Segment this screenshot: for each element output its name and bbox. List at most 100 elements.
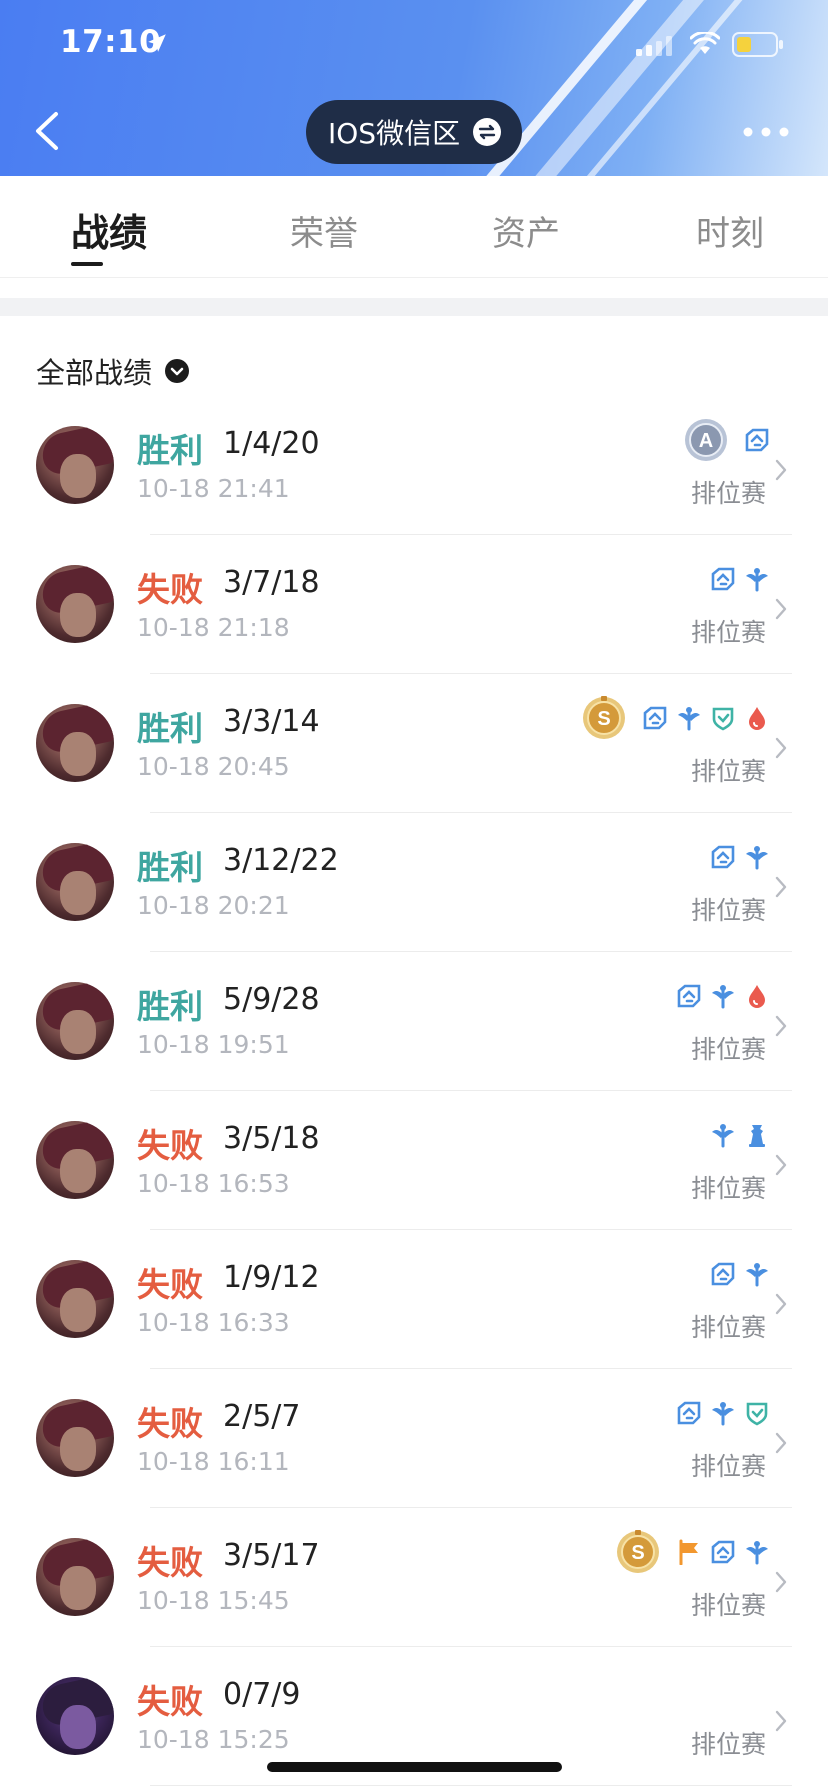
match-kda: 1/9/12 xyxy=(223,1260,320,1295)
tab-moments[interactable]: 时刻 xyxy=(696,206,764,255)
match-time: 10-18 15:25 xyxy=(137,1725,290,1754)
signal-icon xyxy=(636,36,672,56)
match-mode: 排位赛 xyxy=(690,1035,766,1064)
tab-honor[interactable]: 荣誉 xyxy=(290,206,358,255)
match-row[interactable]: 胜利 5/9/28 10-18 19:51 排位赛 xyxy=(0,952,828,1091)
hero-avatar xyxy=(36,565,114,643)
svg-text:S: S xyxy=(631,1542,644,1564)
medal-a-icon: A xyxy=(684,418,728,462)
section-divider xyxy=(0,298,828,316)
shield-icon xyxy=(710,705,736,731)
match-kda: 1/4/20 xyxy=(223,426,320,461)
region-switch-button[interactable]: IOS微信区 xyxy=(306,100,522,164)
match-result: 胜利 xyxy=(137,848,203,887)
battery-icon xyxy=(732,32,783,57)
row-divider xyxy=(150,1785,792,1786)
match-time: 10-18 21:18 xyxy=(137,613,290,642)
match-result: 失败 xyxy=(137,1126,203,1165)
drop-icon xyxy=(744,983,770,1009)
record-filter-dropdown[interactable]: 全部战绩 xyxy=(36,350,190,392)
swap-icon xyxy=(473,118,502,146)
filter-label: 全部战绩 xyxy=(36,356,153,390)
match-list: 胜利 1/4/20 10-18 21:41 A 排位赛 失败 3/7/18 10… xyxy=(0,396,828,1786)
tab-bar: 战绩 荣誉 资产 时刻 xyxy=(0,176,828,278)
match-kda: 3/7/18 xyxy=(223,565,320,600)
match-mode: 排位赛 xyxy=(690,618,766,647)
match-row[interactable]: 失败 3/7/18 10-18 21:18 排位赛 xyxy=(0,535,828,674)
match-time: 10-18 19:51 xyxy=(137,1030,290,1059)
chevron-right-icon xyxy=(774,458,788,482)
hero-avatar xyxy=(36,1677,114,1755)
chevron-right-icon xyxy=(774,1570,788,1594)
home-indicator xyxy=(267,1762,562,1772)
match-badges xyxy=(710,557,770,601)
tab-assets[interactable]: 资产 xyxy=(492,206,560,255)
mvp-icon xyxy=(642,705,668,731)
wings-icon xyxy=(710,983,736,1009)
hero-avatar xyxy=(36,843,114,921)
match-time: 10-18 16:33 xyxy=(137,1308,290,1337)
match-badges xyxy=(710,1113,770,1157)
match-badges: S xyxy=(582,696,770,740)
hero-avatar xyxy=(36,1121,114,1199)
mvp-icon xyxy=(676,983,702,1009)
tower-icon xyxy=(744,1122,770,1148)
wings-icon xyxy=(744,566,770,592)
match-badges xyxy=(710,1252,770,1296)
mvp-icon xyxy=(710,844,736,870)
wings-icon xyxy=(710,1400,736,1426)
match-badges: A xyxy=(684,418,770,462)
match-badges xyxy=(710,835,770,879)
match-kda: 3/5/18 xyxy=(223,1121,320,1156)
match-result: 失败 xyxy=(137,1404,203,1443)
svg-text:A: A xyxy=(699,430,713,452)
back-button[interactable] xyxy=(28,106,68,156)
match-row[interactable]: 失败 3/5/17 10-18 15:45 S 排位赛 xyxy=(0,1508,828,1647)
match-kda: 3/5/17 xyxy=(223,1538,320,1573)
wifi-icon xyxy=(690,32,720,54)
match-kda: 0/7/9 xyxy=(223,1677,301,1712)
region-label: IOS微信区 xyxy=(328,117,461,150)
mvp-icon xyxy=(710,566,736,592)
match-result: 胜利 xyxy=(137,987,203,1026)
match-row[interactable]: 失败 2/5/7 10-18 16:11 排位赛 xyxy=(0,1369,828,1508)
match-row[interactable]: 胜利 3/12/22 10-18 20:21 排位赛 xyxy=(0,813,828,952)
wings-icon xyxy=(676,705,702,731)
match-time: 10-18 20:45 xyxy=(137,752,290,781)
match-mode: 排位赛 xyxy=(690,1730,766,1759)
match-mode: 排位赛 xyxy=(690,896,766,925)
chevron-right-icon xyxy=(774,1431,788,1455)
match-result: 胜利 xyxy=(137,431,203,470)
chevron-right-icon xyxy=(774,1153,788,1177)
location-arrow-icon xyxy=(148,34,166,52)
match-time: 10-18 20:21 xyxy=(137,891,290,920)
wings-icon xyxy=(710,1122,736,1148)
match-row[interactable]: 胜利 1/4/20 10-18 21:41 A 排位赛 xyxy=(0,396,828,535)
wings-icon xyxy=(744,844,770,870)
more-options-button[interactable] xyxy=(742,120,790,144)
mvp-icon xyxy=(710,1539,736,1565)
match-row[interactable]: 失败 3/5/18 10-18 16:53 排位赛 xyxy=(0,1091,828,1230)
medal-s-icon: S xyxy=(616,1530,660,1574)
chevron-right-icon xyxy=(774,736,788,760)
wings-icon xyxy=(744,1261,770,1287)
match-mode: 排位赛 xyxy=(690,479,766,508)
status-bar: 17:10 xyxy=(0,0,828,92)
header-bar: 17:10 IOS微信区 xyxy=(0,0,828,176)
match-mode: 排位赛 xyxy=(690,1174,766,1203)
chevron-right-icon xyxy=(774,1014,788,1038)
shield-icon xyxy=(744,1400,770,1426)
match-kda: 2/5/7 xyxy=(223,1399,301,1434)
match-badges xyxy=(676,1391,770,1435)
mvp-icon xyxy=(744,427,770,453)
match-result: 失败 xyxy=(137,1265,203,1304)
match-row[interactable]: 失败 1/9/12 10-18 16:33 排位赛 xyxy=(0,1230,828,1369)
hero-avatar xyxy=(36,1260,114,1338)
match-row[interactable]: 胜利 3/3/14 10-18 20:45 S 排位赛 xyxy=(0,674,828,813)
match-mode: 排位赛 xyxy=(690,1591,766,1620)
match-time: 10-18 16:11 xyxy=(137,1447,290,1476)
tab-record[interactable]: 战绩 xyxy=(71,202,147,257)
svg-text:S: S xyxy=(597,708,610,730)
match-result: 失败 xyxy=(137,1543,203,1582)
match-mode: 排位赛 xyxy=(690,1313,766,1342)
